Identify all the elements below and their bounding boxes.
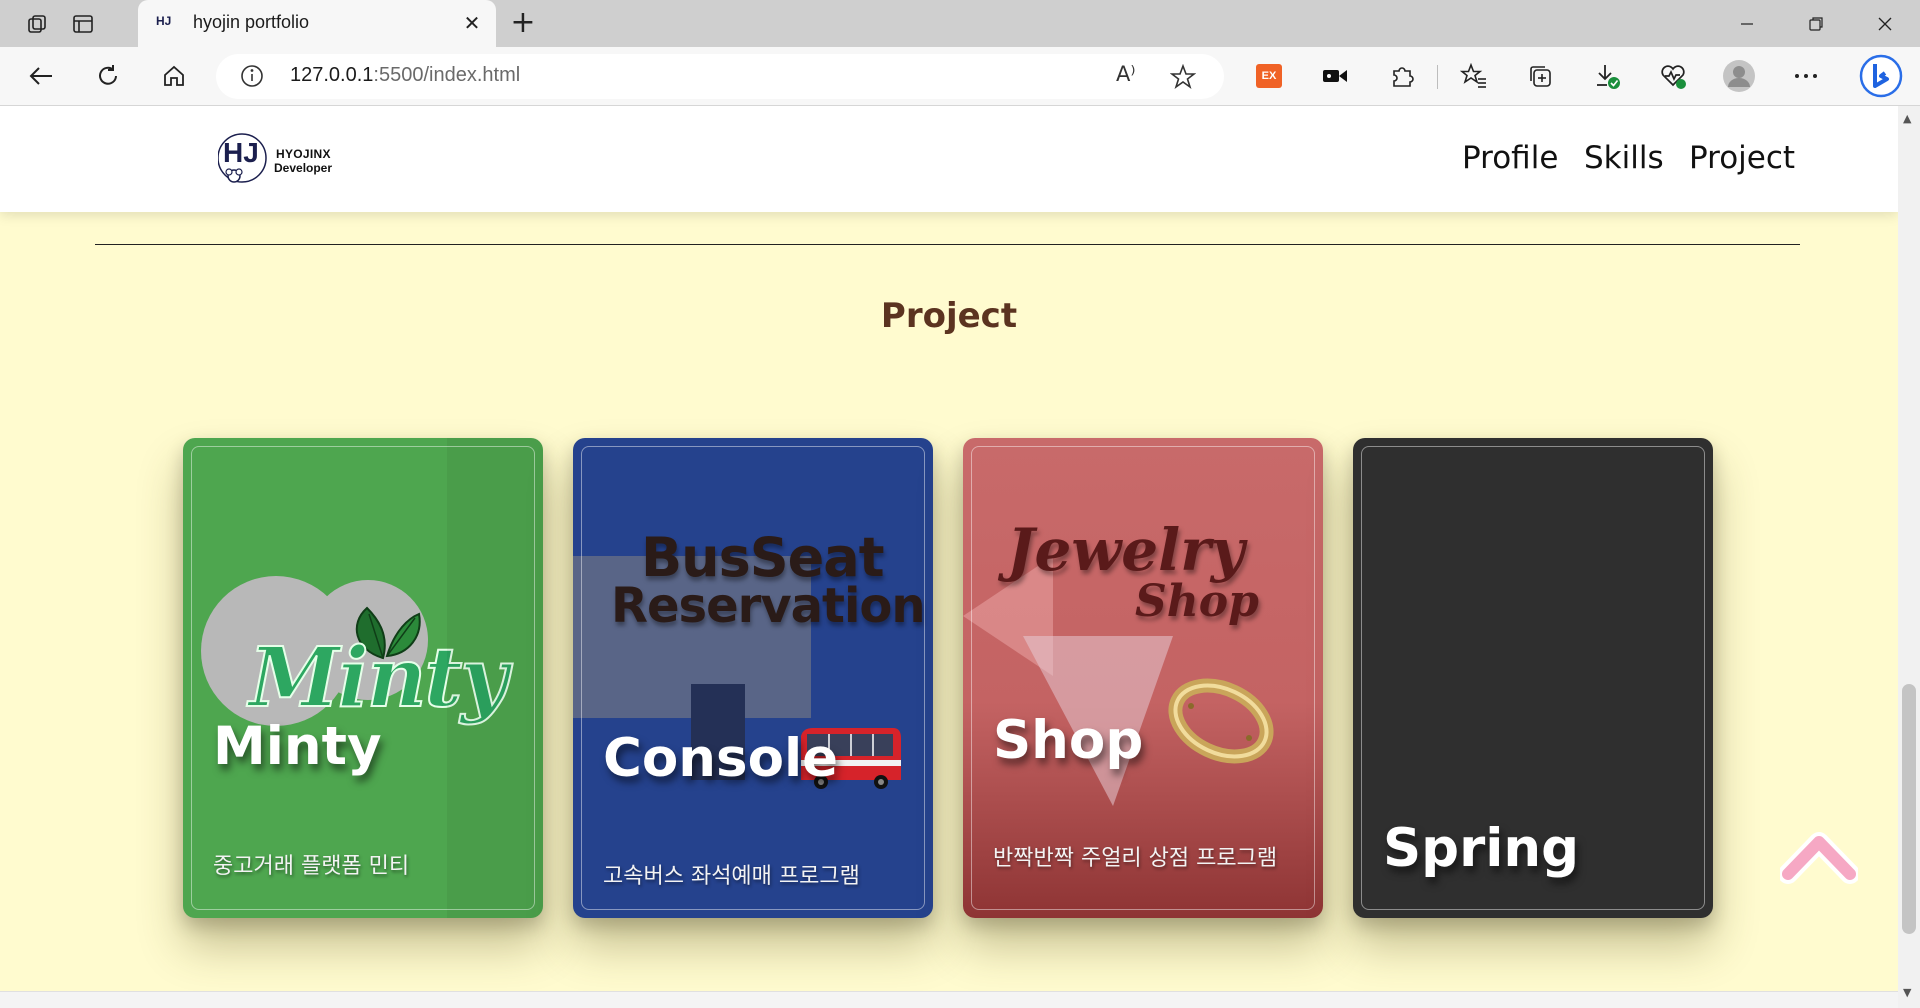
logo-name: HYOJINX: [276, 147, 331, 161]
section-divider: [95, 244, 1800, 245]
favicon-icon: HJ: [156, 14, 172, 28]
tab-active[interactable]: HJ hyojin portfolio ✕: [138, 0, 496, 47]
page-scrollbar[interactable]: ▲ ▼: [1898, 106, 1920, 1008]
address-bar[interactable]: 127.0.0.1:5500/index.html A⁾: [216, 54, 1224, 99]
extension-ex-icon[interactable]: EX: [1250, 57, 1288, 95]
read-aloud-icon[interactable]: A⁾: [1116, 62, 1136, 86]
logo-subtitle: Developer: [274, 161, 333, 175]
home-icon[interactable]: [155, 57, 193, 95]
project-card-minty[interactable]: Minty Minty 중고거래 플랫폼 민티: [183, 438, 543, 918]
back-icon[interactable]: [22, 57, 60, 95]
page-viewport: HJ HYOJINX Developer Profile Skills Proj…: [0, 106, 1898, 991]
bottom-strip: [0, 991, 1898, 1008]
project-card-spring[interactable]: Spring: [1353, 438, 1713, 918]
card-title: Spring: [1383, 818, 1580, 879]
site-logo[interactable]: HJ HYOJINX Developer: [217, 130, 348, 190]
card-title: Shop: [993, 710, 1144, 771]
card-frame: [191, 446, 535, 910]
collections-icon[interactable]: [1521, 57, 1559, 95]
restore-icon[interactable]: [1793, 8, 1839, 40]
url-host: 127.0.0.1: [290, 64, 374, 86]
toolbar-separator: [1437, 65, 1438, 89]
scrollbar-thumb[interactable]: [1902, 684, 1916, 934]
info-icon[interactable]: [240, 64, 264, 92]
nav-project[interactable]: Project: [1689, 140, 1795, 176]
minimize-icon[interactable]: [1724, 8, 1770, 40]
project-card-shop[interactable]: Jewelry Shop Shop 반짝반짝 주얼리 상점 프로그램: [963, 438, 1323, 918]
extensions-puzzle-icon[interactable]: [1383, 57, 1421, 95]
favorite-star-icon[interactable]: [1169, 63, 1197, 94]
scroll-top-icon[interactable]: [1778, 828, 1860, 884]
close-window-icon[interactable]: [1862, 8, 1908, 40]
card-description: 고속버스 좌석예매 프로그램: [603, 864, 860, 889]
close-tab-icon[interactable]: ✕: [460, 11, 484, 35]
screen-record-icon[interactable]: [1316, 57, 1354, 95]
bing-icon[interactable]: [1858, 53, 1904, 99]
svg-text:HJ: HJ: [223, 137, 259, 168]
scroll-up-icon[interactable]: ▲: [1903, 112, 1911, 125]
downloads-icon[interactable]: [1588, 57, 1626, 95]
more-icon[interactable]: [1787, 57, 1825, 95]
tab-actions-icon[interactable]: [66, 8, 100, 40]
section-title: Project: [880, 296, 1018, 336]
url-path: :5500/index.html: [373, 64, 521, 86]
tab-bar: HJ hyojin portfolio ✕ +: [0, 0, 1920, 47]
performance-icon[interactable]: [1654, 57, 1692, 95]
nav-skills[interactable]: Skills: [1584, 140, 1664, 176]
url-text[interactable]: 127.0.0.1:5500/index.html: [290, 64, 520, 87]
card-frame: [581, 446, 925, 910]
card-title: Console: [603, 728, 839, 789]
workspaces-icon[interactable]: [21, 8, 55, 40]
nav-profile[interactable]: Profile: [1462, 140, 1558, 176]
logo-icon: HJ: [217, 130, 270, 186]
favorites-icon[interactable]: [1455, 57, 1493, 95]
site-header: HJ HYOJINX Developer Profile Skills Proj…: [0, 106, 1898, 212]
project-card-console[interactable]: BusSeat Reservation Console 고속버스 좌석예매 프로…: [573, 438, 933, 918]
card-title: Minty: [213, 716, 382, 777]
refresh-icon[interactable]: [89, 57, 127, 95]
card-description: 중고거래 플랫폼 민티: [213, 854, 410, 879]
profile-avatar-icon[interactable]: [1720, 57, 1758, 95]
tab-title: hyojin portfolio: [193, 12, 310, 32]
card-description: 반짝반짝 주얼리 상점 프로그램: [993, 846, 1278, 871]
browser-toolbar: 127.0.0.1:5500/index.html A⁾ EX: [0, 47, 1920, 106]
scroll-down-icon[interactable]: ▼: [1903, 986, 1911, 999]
new-tab-button[interactable]: +: [506, 7, 540, 41]
